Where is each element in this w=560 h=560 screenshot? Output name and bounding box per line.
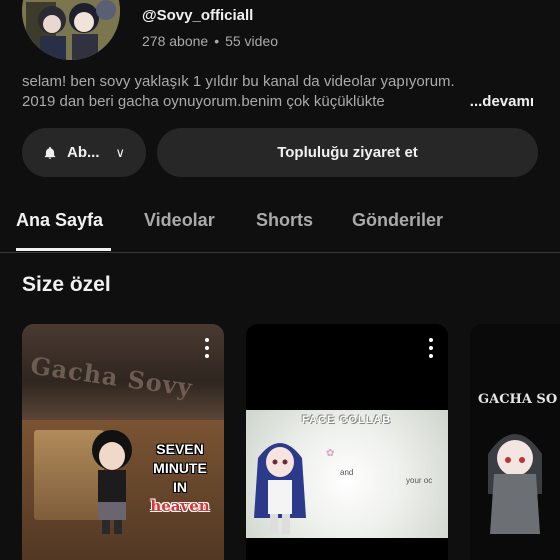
channel-stats: 278 abone • 55 video — [142, 33, 278, 49]
subscribe-label: Ab... — [66, 144, 100, 161]
thumbnail-watermark: Gacha Sovy — [28, 350, 195, 403]
more-vert-icon[interactable] — [204, 338, 210, 358]
thumbnail-watermark: GACHA SO — [478, 392, 558, 407]
subscriber-count: 278 abone — [142, 33, 209, 49]
channel-handle: @Sovy_officiall — [142, 7, 254, 24]
character-illustration — [488, 434, 542, 534]
thumbnail-title-overlay: SEVEN MINUTE IN heaven — [140, 440, 220, 516]
description-line: 2019 dan beri gacha oynuyorum.benim çok … — [22, 92, 538, 112]
thumbnail-oc-text: your oc — [406, 476, 433, 485]
video-card[interactable]: Gacha Sovy SEVEN MINUTE IN heaven — [22, 324, 224, 560]
character-illustration — [92, 430, 132, 534]
active-tab-indicator — [16, 248, 111, 251]
channel-description[interactable]: selam! ben sovy yaklaşık 1 yıldır bu kan… — [22, 72, 538, 112]
tab-posts[interactable]: Gönderiler — [352, 210, 443, 231]
tab-home[interactable]: Ana Sayfa — [16, 210, 103, 231]
video-thumbnail-top: Gacha Sovy — [22, 324, 224, 420]
chevron-down-icon: ∨ — [115, 144, 125, 160]
tab-shorts[interactable]: Shorts — [256, 210, 313, 231]
video-thumbnail: SEVEN MINUTE IN heaven — [22, 420, 224, 560]
tab-videos[interactable]: Videolar — [144, 210, 215, 231]
channel-tabs: Ana Sayfa Videolar Shorts Gönderiler — [0, 196, 560, 253]
channel-avatar[interactable] — [22, 0, 120, 60]
subscribe-button[interactable]: Ab... ∨ — [22, 128, 146, 177]
overlay-line: MINUTE — [153, 460, 207, 476]
visit-community-button[interactable]: Topluluğu ziyaret et — [157, 128, 538, 177]
overlay-line: heaven — [150, 497, 210, 515]
thumbnail-title: FACE COLLAB — [302, 414, 392, 426]
description-line: selam! ben sovy yaklaşık 1 yıldır bu kan… — [22, 73, 455, 90]
more-vert-icon[interactable] — [428, 338, 434, 358]
thumbnail-decoration: ✿ — [326, 448, 335, 459]
description-more-link[interactable]: ...devamı — [447, 92, 534, 112]
character-illustration — [254, 443, 306, 534]
thumbnail-and-text: and — [340, 468, 354, 477]
video-thumbnail: FACE COLLAB ✿ and your oc — [246, 410, 448, 538]
video-count: 55 video — [225, 33, 279, 49]
section-title: Size özel — [22, 273, 111, 296]
overlay-line: IN — [173, 479, 187, 495]
overlay-line: SEVEN — [156, 441, 204, 457]
bell-icon — [43, 146, 57, 160]
video-card[interactable]: GACHA SO — [470, 324, 560, 560]
description-text: 2019 dan beri gacha oynuyorum.benim çok … — [22, 93, 385, 110]
video-card[interactable]: FACE COLLAB ✿ and your oc — [246, 324, 448, 560]
stats-separator: • — [214, 33, 220, 49]
